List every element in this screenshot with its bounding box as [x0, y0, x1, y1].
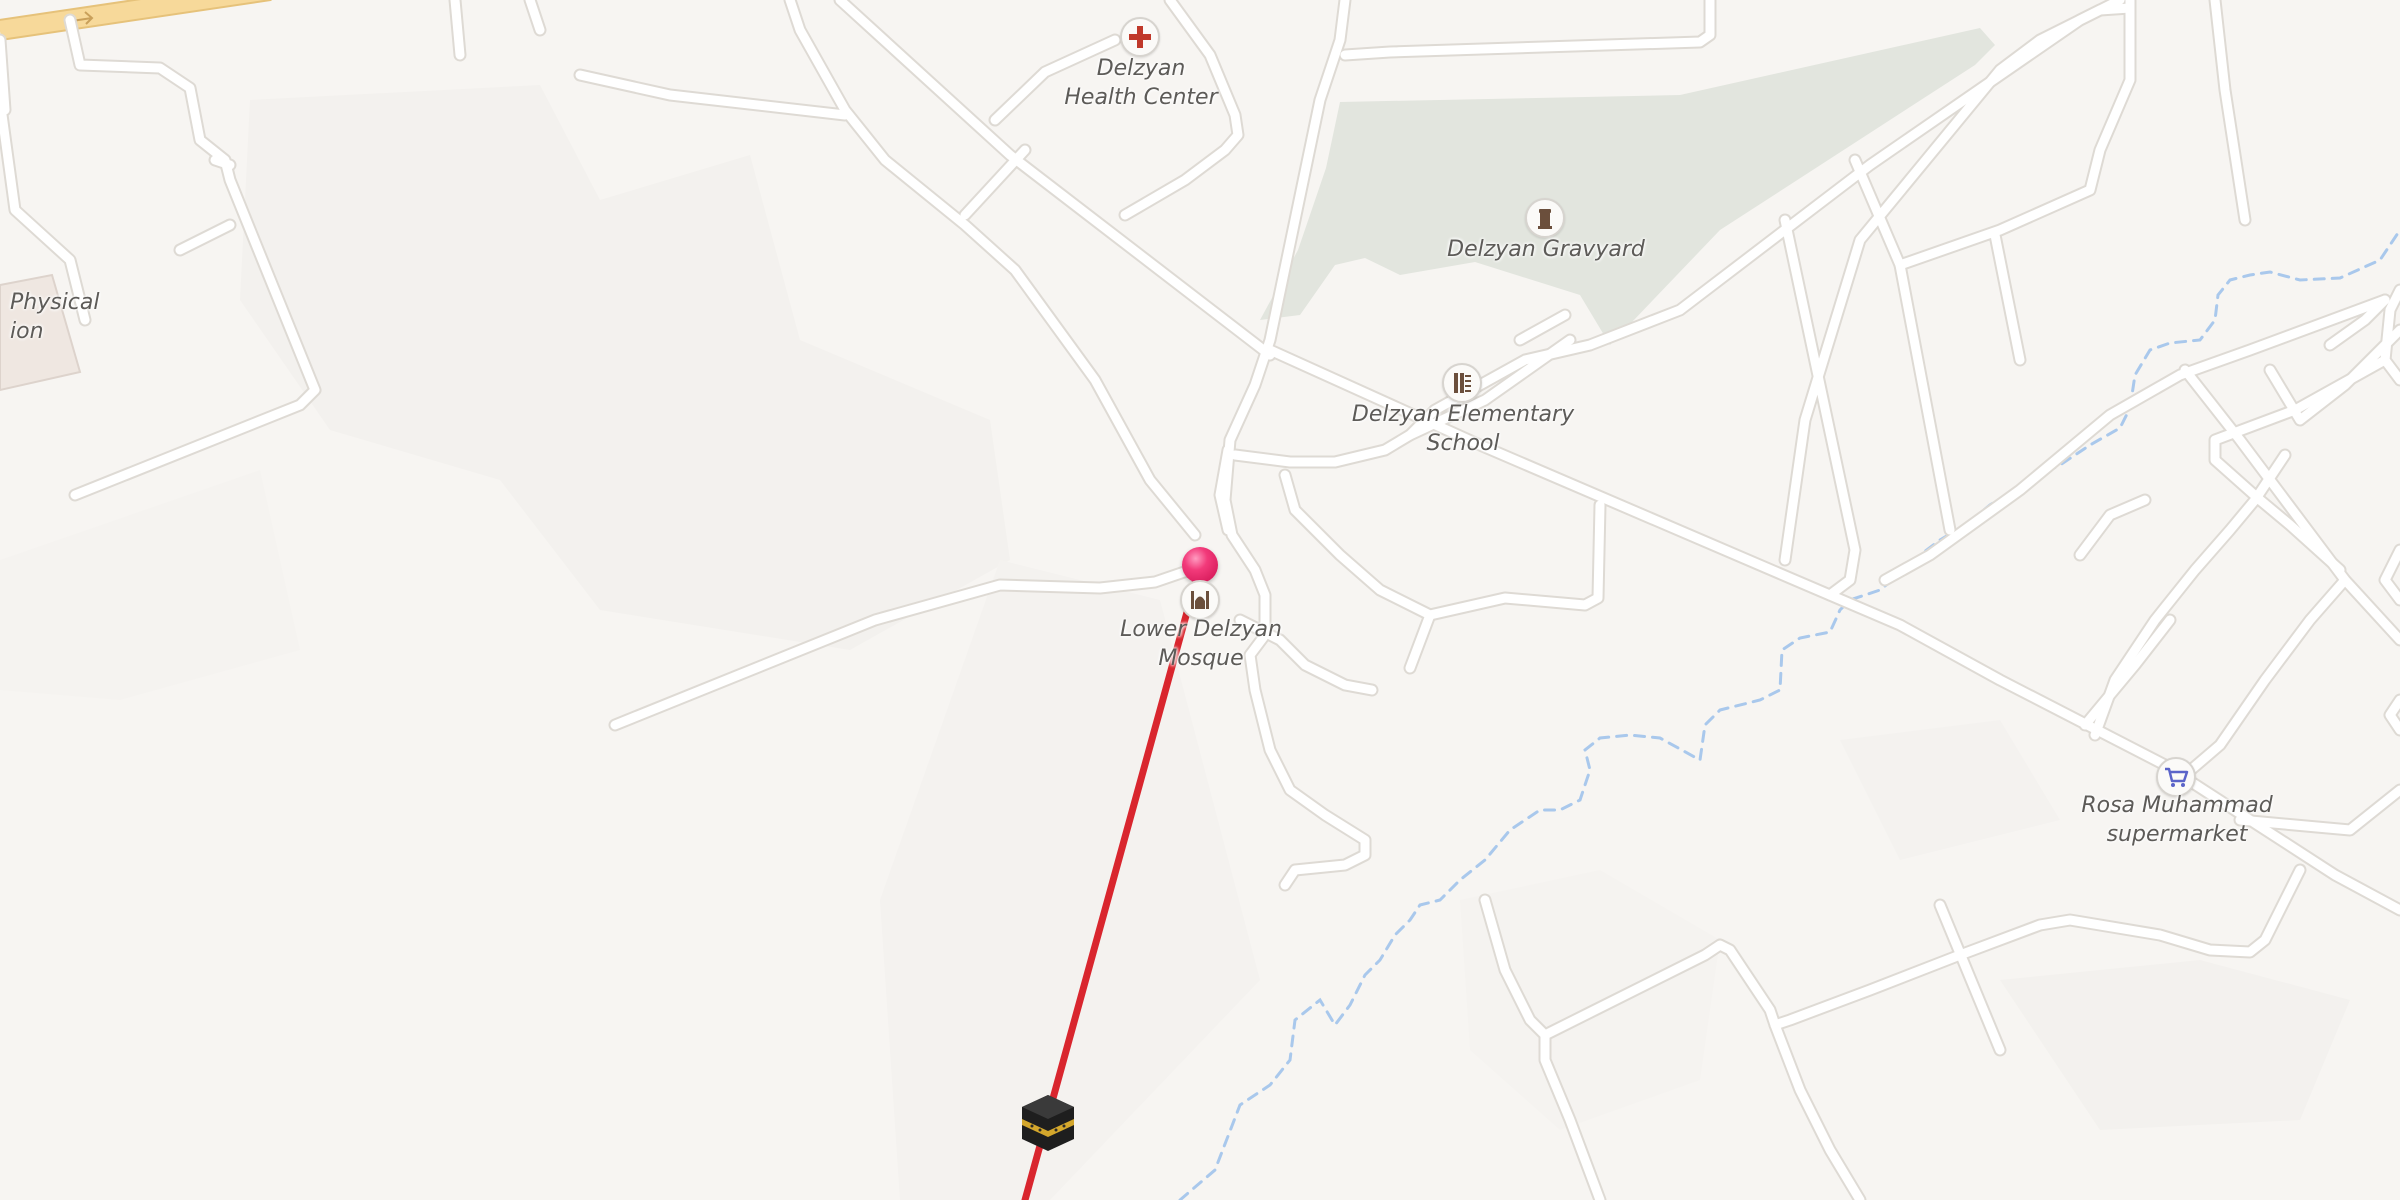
medical-cross-icon: [1129, 26, 1151, 48]
shopping-cart-icon: [2165, 767, 2189, 787]
school-poi[interactable]: [1442, 363, 1482, 403]
graveyard-label: Delzyan Gravyard: [1447, 237, 1645, 262]
health-center-poi[interactable]: [1120, 17, 1160, 57]
mosque-poi[interactable]: [1180, 580, 1220, 620]
mosque-icon: [1191, 591, 1209, 609]
supermarket-label: Rosa Muhammad supermarket: [2081, 793, 2273, 847]
map-canvas[interactable]: Delzyan Health Center Delzyan Gravyard D…: [0, 0, 2400, 1200]
kaaba-icon[interactable]: [1020, 1093, 1076, 1153]
mosque-label: Lower Delzyan Mosque: [1120, 617, 1282, 671]
location-pin-icon[interactable]: [1182, 547, 1218, 583]
school-label: Delzyan Elementary School: [1351, 402, 1575, 456]
school-icon: [1454, 373, 1471, 393]
graveyard-poi[interactable]: [1525, 198, 1565, 238]
grave-icon: [1538, 209, 1552, 229]
physical-partial-label: Physical ion: [10, 290, 100, 344]
health-center-label: Delzyan Health Center: [1064, 56, 1218, 110]
